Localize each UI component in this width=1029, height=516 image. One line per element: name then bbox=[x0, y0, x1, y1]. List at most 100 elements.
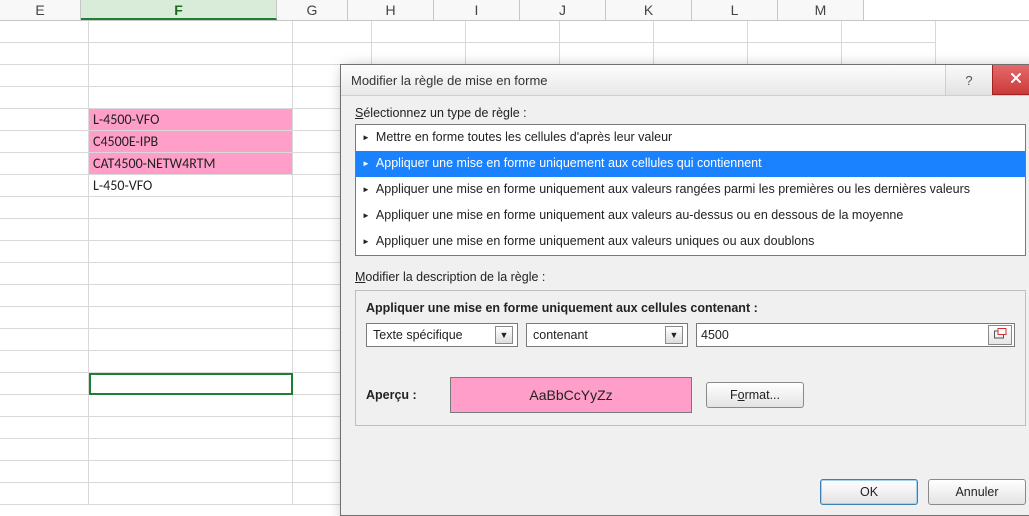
cell[interactable] bbox=[466, 43, 560, 65]
rule-type-item[interactable]: Appliquer une mise en forme uniquement a… bbox=[356, 229, 1025, 255]
column-header[interactable]: K bbox=[606, 0, 692, 20]
cell[interactable] bbox=[0, 351, 89, 373]
range-select-icon bbox=[993, 327, 1007, 344]
cell[interactable] bbox=[0, 175, 89, 197]
rule-type-list[interactable]: Mettre en forme toutes les cellules d'ap… bbox=[355, 124, 1026, 256]
criteria-value: 4500 bbox=[701, 328, 729, 342]
cell[interactable] bbox=[89, 373, 293, 395]
cell[interactable] bbox=[89, 21, 293, 43]
cell[interactable] bbox=[0, 131, 89, 153]
cell[interactable] bbox=[89, 87, 293, 109]
cancel-button[interactable]: Annuler bbox=[928, 479, 1026, 505]
cell[interactable] bbox=[0, 87, 89, 109]
cell[interactable] bbox=[89, 197, 293, 219]
close-button[interactable] bbox=[992, 65, 1029, 95]
dialog-title: Modifier la règle de mise en forme bbox=[351, 73, 945, 88]
column-header[interactable]: J bbox=[520, 0, 606, 20]
dialog-titlebar[interactable]: Modifier la règle de mise en forme ? bbox=[341, 65, 1029, 96]
cell[interactable] bbox=[0, 219, 89, 241]
cell[interactable] bbox=[0, 197, 89, 219]
cell[interactable] bbox=[0, 483, 89, 505]
format-button[interactable]: Format... bbox=[706, 382, 804, 408]
cell[interactable] bbox=[89, 439, 293, 461]
rule-type-item[interactable]: Appliquer une mise en forme uniquement a… bbox=[356, 151, 1025, 177]
cell[interactable] bbox=[89, 263, 293, 285]
cell[interactable] bbox=[0, 21, 89, 43]
cell[interactable] bbox=[89, 307, 293, 329]
cell[interactable] bbox=[560, 21, 654, 43]
cell[interactable] bbox=[0, 417, 89, 439]
cell[interactable] bbox=[89, 461, 293, 483]
cell[interactable]: CAT4500-NETW4RTM bbox=[89, 153, 293, 175]
column-header[interactable]: H bbox=[348, 0, 434, 20]
cell[interactable] bbox=[89, 241, 293, 263]
format-preview: AaBbCcYyZz bbox=[450, 377, 692, 413]
cell[interactable] bbox=[0, 285, 89, 307]
rule-type-item[interactable]: Mettre en forme toutes les cellules d'ap… bbox=[356, 125, 1025, 151]
cell[interactable] bbox=[654, 21, 748, 43]
cell[interactable] bbox=[89, 285, 293, 307]
cell[interactable] bbox=[89, 351, 293, 373]
cell[interactable] bbox=[0, 241, 89, 263]
help-icon: ? bbox=[965, 73, 972, 88]
cell[interactable] bbox=[372, 43, 466, 65]
cell[interactable] bbox=[0, 109, 89, 131]
column-header[interactable]: F bbox=[81, 0, 277, 20]
cell[interactable] bbox=[89, 395, 293, 417]
column-header[interactable]: I bbox=[434, 0, 520, 20]
cell[interactable] bbox=[89, 43, 293, 65]
cell[interactable] bbox=[89, 417, 293, 439]
cell[interactable] bbox=[0, 263, 89, 285]
help-button[interactable]: ? bbox=[945, 65, 992, 95]
cell[interactable] bbox=[89, 483, 293, 505]
cell[interactable] bbox=[466, 21, 560, 43]
ok-button[interactable]: OK bbox=[820, 479, 918, 505]
cell[interactable]: L-450-VFO bbox=[89, 175, 293, 197]
cell[interactable] bbox=[748, 21, 842, 43]
criteria-value-input[interactable]: 4500 bbox=[696, 323, 1015, 347]
cell[interactable] bbox=[0, 153, 89, 175]
edit-format-rule-dialog: Modifier la règle de mise en forme ? Sél… bbox=[340, 64, 1029, 516]
cell[interactable] bbox=[89, 65, 293, 87]
range-select-button[interactable] bbox=[988, 325, 1012, 345]
cell[interactable] bbox=[0, 329, 89, 351]
modify-description-label: Modifier la description de la règle : bbox=[355, 270, 1026, 284]
rule-type-item[interactable]: Utiliser une formule pour déterminer pou… bbox=[356, 255, 1025, 256]
rule-type-item[interactable]: Appliquer une mise en forme uniquement a… bbox=[356, 203, 1025, 229]
rule-type-item[interactable]: Appliquer une mise en forme uniquement a… bbox=[356, 177, 1025, 203]
cell[interactable] bbox=[0, 395, 89, 417]
cell[interactable] bbox=[654, 43, 748, 65]
cell[interactable] bbox=[0, 43, 89, 65]
cell[interactable] bbox=[293, 43, 372, 65]
cell[interactable] bbox=[0, 307, 89, 329]
cell[interactable]: C4500E-IPB bbox=[89, 131, 293, 153]
cell[interactable] bbox=[89, 219, 293, 241]
cell[interactable]: L-4500-VFO bbox=[89, 109, 293, 131]
cell[interactable] bbox=[372, 21, 466, 43]
criteria-operator-combo[interactable]: contenant ▼ bbox=[526, 323, 688, 347]
cell[interactable] bbox=[0, 65, 89, 87]
column-header[interactable]: G bbox=[277, 0, 348, 20]
cell[interactable] bbox=[89, 329, 293, 351]
criteria-type-value: Texte spécifique bbox=[373, 328, 463, 342]
cell[interactable] bbox=[842, 21, 936, 43]
cell[interactable] bbox=[560, 43, 654, 65]
criteria-operator-value: contenant bbox=[533, 328, 588, 342]
cell[interactable] bbox=[842, 43, 936, 65]
criteria-type-combo[interactable]: Texte spécifique ▼ bbox=[366, 323, 518, 347]
column-header[interactable]: L bbox=[692, 0, 778, 20]
column-header[interactable]: M bbox=[778, 0, 864, 20]
column-headers: EFGHIJKLM bbox=[0, 0, 1029, 21]
format-preview-sample: AaBbCcYyZz bbox=[529, 387, 612, 403]
preview-label: Aperçu : bbox=[366, 388, 436, 402]
cell[interactable] bbox=[0, 373, 89, 395]
cell[interactable] bbox=[0, 439, 89, 461]
group-title: Appliquer une mise en forme uniquement a… bbox=[366, 301, 1015, 315]
column-header[interactable]: E bbox=[0, 0, 81, 20]
chevron-down-icon: ▼ bbox=[495, 326, 513, 344]
cell[interactable] bbox=[0, 461, 89, 483]
close-icon bbox=[1009, 71, 1023, 88]
cell[interactable] bbox=[293, 21, 372, 43]
cell[interactable] bbox=[748, 43, 842, 65]
select-rule-type-label: Sélectionnez un type de règle : bbox=[355, 106, 1026, 120]
